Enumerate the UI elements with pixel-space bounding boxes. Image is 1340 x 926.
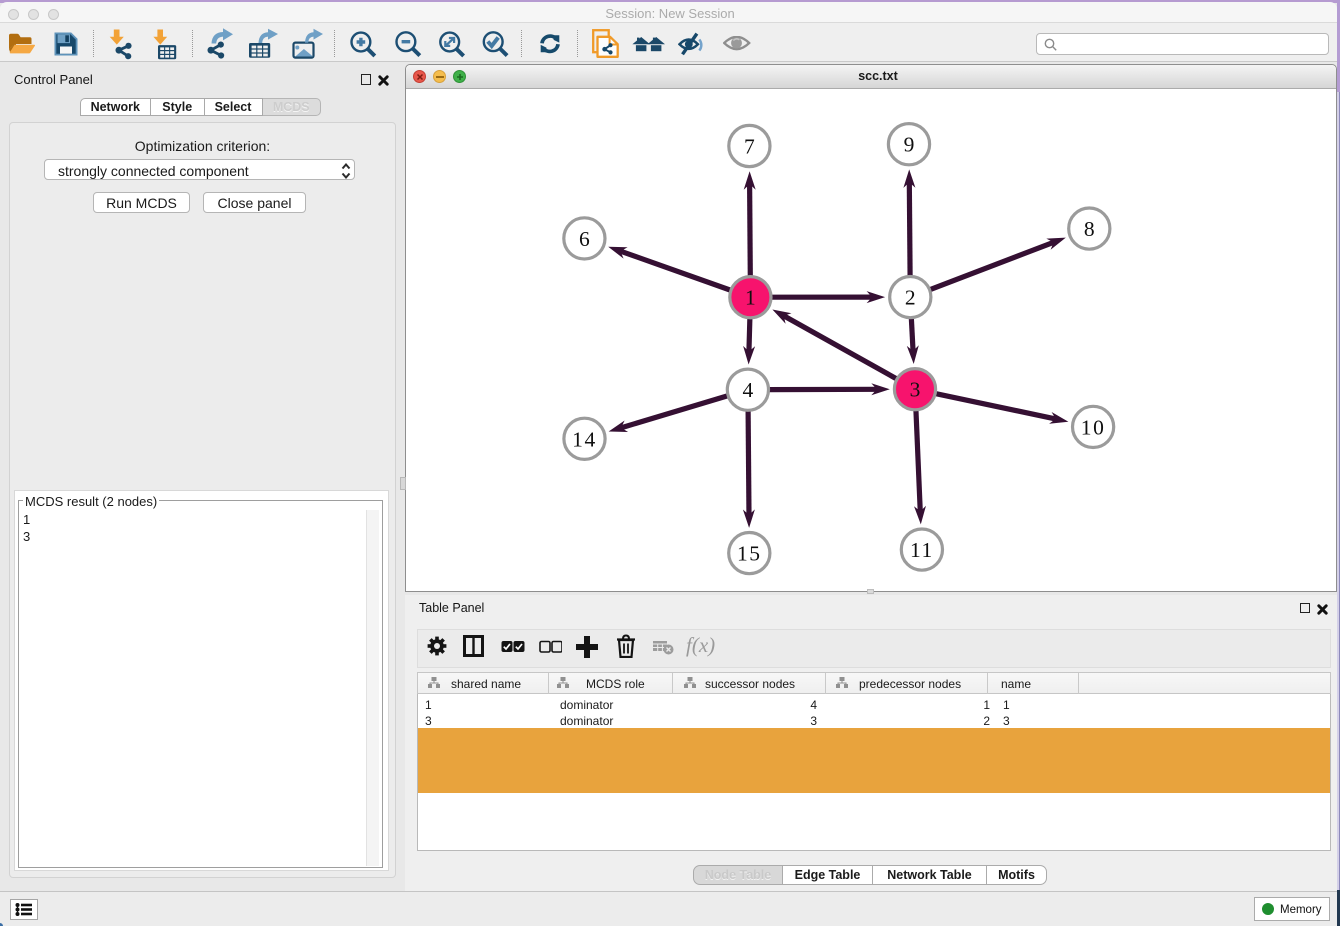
svg-text:10: 10 (1081, 415, 1106, 439)
svg-text:11: 11 (910, 538, 934, 562)
svg-text:4: 4 (743, 378, 754, 402)
svg-text:14: 14 (572, 427, 597, 451)
svg-text:1: 1 (745, 286, 756, 310)
svg-text:7: 7 (744, 135, 755, 159)
svg-text:15: 15 (737, 542, 762, 566)
svg-text:2: 2 (905, 286, 916, 310)
svg-text:3: 3 (910, 378, 921, 402)
svg-text:9: 9 (904, 133, 915, 157)
svg-text:6: 6 (579, 227, 590, 251)
svg-text:8: 8 (1084, 217, 1095, 241)
